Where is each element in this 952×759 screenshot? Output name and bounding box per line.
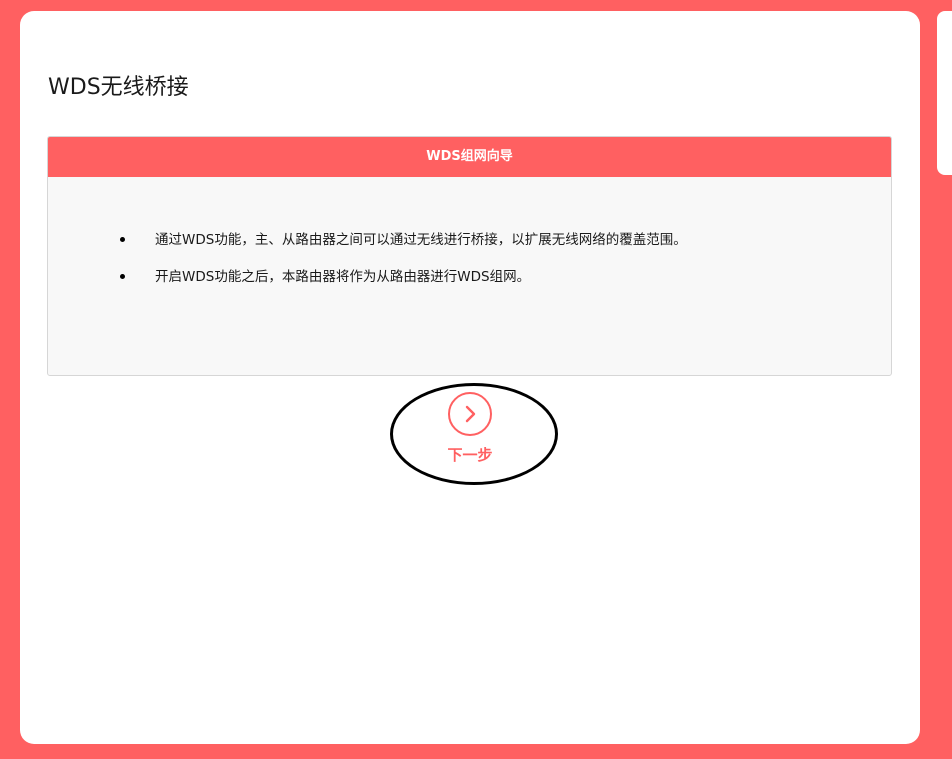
side-panel [937, 11, 952, 175]
next-step-button[interactable]: 下一步 [440, 392, 500, 465]
next-step-label[interactable]: 下一步 [440, 444, 500, 465]
wizard-box: WDS组网向导 通过WDS功能，主、从路由器之间可以通过无线进行桥接，以扩展无线… [47, 136, 892, 376]
wizard-info-list: 通过WDS功能，主、从路由器之间可以通过无线进行桥接，以扩展无线网络的覆盖范围。… [118, 230, 687, 304]
page-title: WDS无线桥接 [48, 75, 189, 100]
bullet-icon [120, 237, 125, 242]
chevron-right-icon[interactable] [448, 392, 492, 436]
list-item: 开启WDS功能之后，本路由器将作为从路由器进行WDS组网。 [118, 267, 687, 304]
list-item-text: 通过WDS功能，主、从路由器之间可以通过无线进行桥接，以扩展无线网络的覆盖范围。 [155, 232, 687, 248]
list-item: 通过WDS功能，主、从路由器之间可以通过无线进行桥接，以扩展无线网络的覆盖范围。 [118, 230, 687, 267]
list-item-text: 开启WDS功能之后，本路由器将作为从路由器进行WDS组网。 [155, 269, 531, 285]
bullet-icon [120, 274, 125, 279]
wizard-header: WDS组网向导 [48, 137, 891, 177]
main-panel: WDS无线桥接 WDS组网向导 通过WDS功能，主、从路由器之间可以通过无线进行… [20, 11, 920, 744]
